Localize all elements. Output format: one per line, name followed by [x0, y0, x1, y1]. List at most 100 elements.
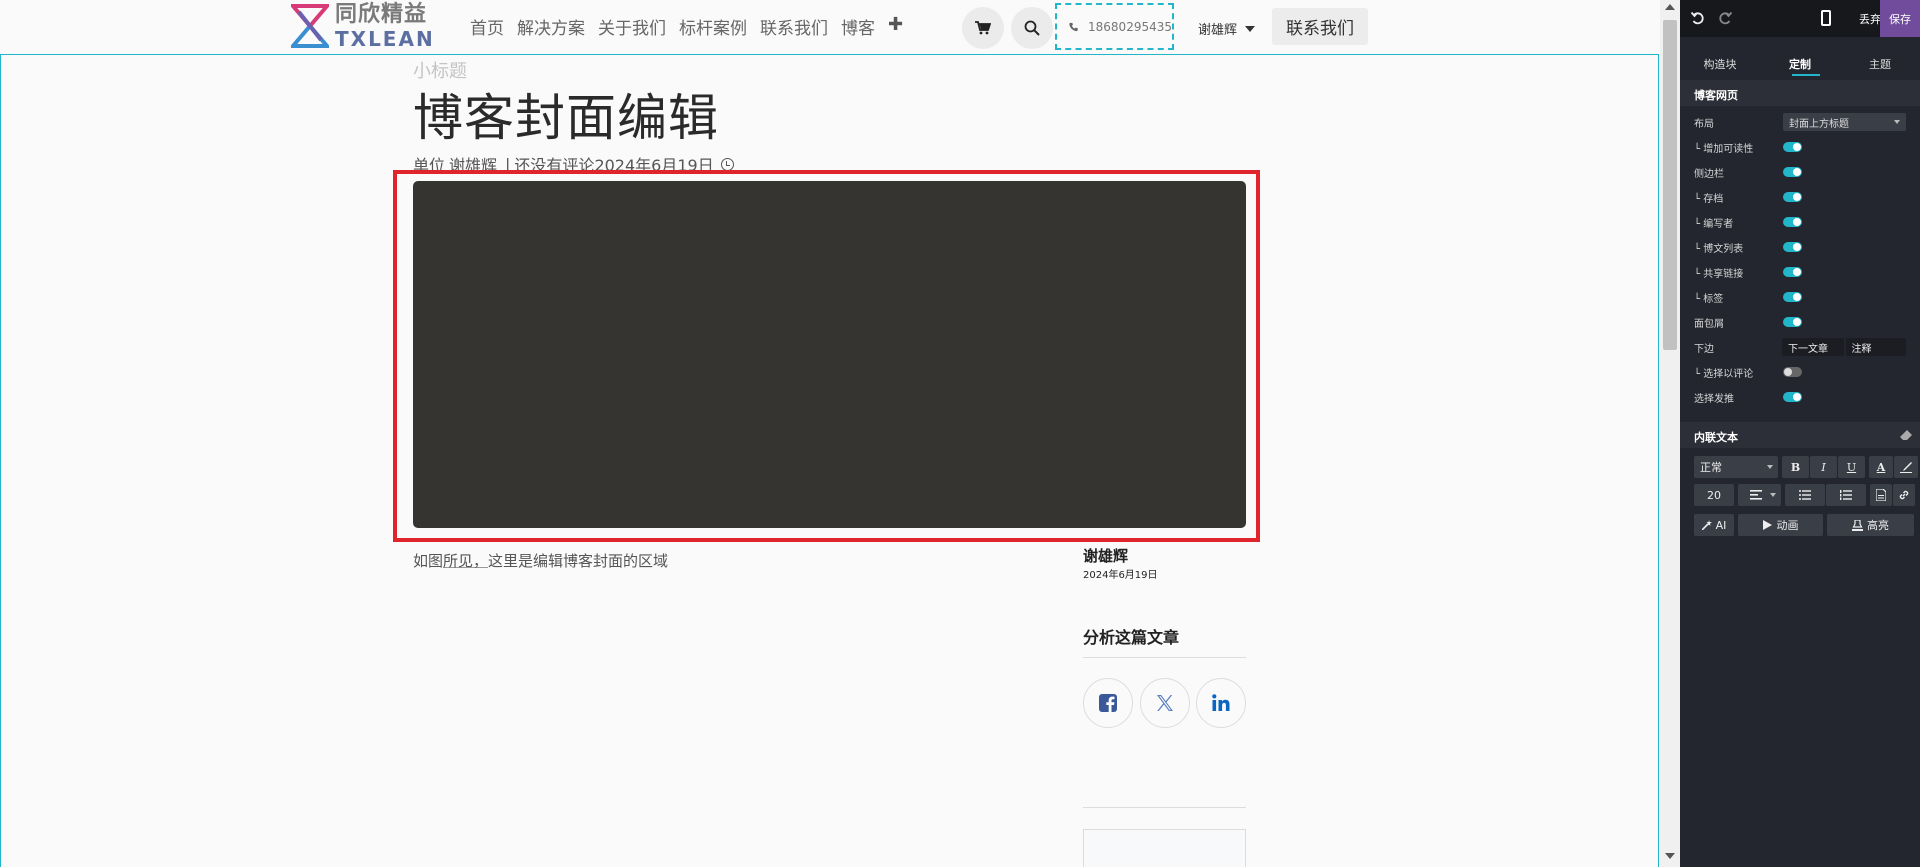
link-icon [1899, 490, 1909, 500]
layout-select-value: 封面上方标题 [1789, 118, 1849, 130]
share-linkedin-button[interactable] [1196, 678, 1246, 728]
menu-item-contact[interactable]: 联系我们 [760, 14, 828, 39]
tags-toggle[interactable] [1783, 292, 1802, 302]
section-inline-text: 内联文本 [1680, 422, 1920, 448]
scroll-down-icon[interactable] [1665, 853, 1675, 859]
author-toggle[interactable] [1783, 217, 1802, 227]
caption-underlined: 所见， [443, 552, 489, 570]
share-title: 分析这篇文章 [1083, 628, 1180, 647]
font-size-input[interactable]: 20 [1694, 484, 1734, 506]
magic-wand-icon [1701, 520, 1712, 530]
highlight-color-button[interactable] [1894, 456, 1918, 478]
readability-toggle[interactable] [1783, 142, 1802, 152]
option-label: └ 增加可读性 [1694, 143, 1754, 155]
ai-label: AI [1715, 518, 1727, 532]
search-button[interactable] [1011, 7, 1053, 49]
share-x-button[interactable] [1140, 678, 1190, 728]
option-label: 侧边栏 [1694, 168, 1724, 180]
option-label: └ 共享链接 [1694, 268, 1744, 280]
user-name: 谢雄辉 [1198, 23, 1238, 38]
bullet-list-button[interactable] [1785, 484, 1825, 506]
bottom-comments-button[interactable]: 注释 [1845, 338, 1906, 356]
numbered-list-icon [1840, 490, 1852, 500]
menu-item-cases[interactable]: 标杆案例 [679, 14, 747, 39]
option-select-comment: └ 选择以评论 [1694, 362, 1906, 382]
menu-item-solutions[interactable]: 解决方案 [517, 14, 585, 39]
text-toolbar-row-1: 正常 B I U A [1694, 456, 1918, 478]
option-post-list: └ 博文列表 [1694, 237, 1906, 257]
phone-link[interactable]: 18680295435 [1055, 3, 1174, 50]
breadcrumb-toggle[interactable] [1783, 317, 1802, 327]
post-title[interactable]: 博客封面编辑 [413, 78, 719, 150]
scroll-up-icon[interactable] [1665, 4, 1675, 10]
chevron-down-icon [1245, 25, 1256, 32]
menu-item-about[interactable]: 关于我们 [598, 14, 666, 39]
bottom-next-post-button[interactable]: 下一文章 [1782, 338, 1844, 356]
underline-button[interactable]: U [1838, 456, 1865, 478]
menu-item-blog[interactable]: 博客 [841, 14, 875, 39]
caption-post: 这里是编辑博客封面的区域 [488, 552, 669, 570]
sidebar-toggle[interactable] [1783, 167, 1802, 177]
menu-item-home[interactable]: 首页 [470, 14, 504, 39]
active-tab-indicator [1792, 74, 1820, 76]
insert-file-button[interactable] [1870, 484, 1892, 506]
cart-icon [975, 21, 991, 35]
tab-blocks[interactable]: 构造块 [1680, 52, 1760, 78]
logo-chinese: 同欣精益 [335, 1, 428, 27]
option-select-tweet: 选择发推 [1694, 387, 1906, 407]
align-select[interactable] [1738, 484, 1781, 506]
highlighter-icon [1852, 519, 1863, 531]
bold-button[interactable]: B [1782, 456, 1809, 478]
add-menu-item-icon[interactable]: ✚ [888, 14, 903, 39]
site-logo[interactable]: 同欣精益 TXLEAN [291, 1, 435, 49]
layout-select[interactable]: 封面上方标题 [1783, 113, 1906, 131]
cart-button[interactable] [962, 7, 1004, 49]
select-comment-toggle[interactable] [1783, 367, 1802, 377]
option-author: └ 编写者 [1694, 212, 1906, 232]
editor-topbar: 丢弃 保存 [1680, 0, 1920, 37]
blog-cover-image[interactable] [413, 181, 1246, 528]
option-label: 下边 [1694, 343, 1714, 355]
animate-button[interactable]: 动画 [1738, 514, 1823, 536]
option-share-links: └ 共享链接 [1694, 262, 1906, 282]
font-color-button[interactable]: A [1869, 456, 1893, 478]
post-list-toggle[interactable] [1783, 242, 1802, 252]
undo-icon[interactable] [1690, 10, 1706, 26]
ai-button[interactable]: AI [1694, 514, 1734, 536]
option-readability: └ 增加可读性 [1694, 137, 1906, 157]
redo-icon[interactable] [1717, 10, 1733, 26]
mobile-preview-icon[interactable] [1821, 10, 1831, 26]
archive-toggle[interactable] [1783, 192, 1802, 202]
post-body-text[interactable]: 如图所见，这里是编辑博客封面的区域 [413, 550, 668, 571]
option-label: └ 选择以评论 [1694, 368, 1754, 380]
caption-pre: 如图 [413, 552, 444, 570]
page-scrollbar[interactable] [1660, 0, 1680, 867]
highlight-label: 高亮 [1867, 519, 1889, 532]
italic-button[interactable]: I [1810, 456, 1837, 478]
contact-us-button[interactable]: 联系我们 [1272, 8, 1368, 45]
save-button[interactable]: 保存 [1880, 0, 1920, 37]
brush-icon [1900, 462, 1912, 473]
option-breadcrumb: 面包屑 [1694, 312, 1906, 332]
option-label: └ 博文列表 [1694, 243, 1744, 255]
insert-link-button[interactable] [1893, 484, 1915, 506]
share-facebook-button[interactable] [1083, 678, 1133, 728]
option-sidebar: 侧边栏 [1694, 162, 1906, 182]
scroll-thumb[interactable] [1663, 20, 1677, 350]
select-tweet-toggle[interactable] [1783, 392, 1802, 402]
numbered-list-button[interactable] [1826, 484, 1866, 506]
chevron-down-icon [1770, 493, 1776, 497]
share-links-toggle[interactable] [1783, 267, 1802, 277]
logo-icon [291, 4, 329, 48]
highlight-button[interactable]: 高亮 [1827, 514, 1914, 536]
text-style-select[interactable]: 正常 [1694, 456, 1778, 478]
user-dropdown[interactable]: 谢雄辉 [1198, 19, 1256, 38]
option-layout: 布局 封面上方标题 [1694, 112, 1906, 132]
site-navbar: 同欣精益 TXLEAN 首页 解决方案 关于我们 标杆案例 联系我们 博客 ✚ [0, 0, 1660, 54]
sidebar-author-name: 谢雄辉 [1083, 547, 1129, 565]
section-inline-text-label: 内联文本 [1694, 431, 1738, 444]
text-toolbar-row-3: AI 动画 高亮 [1694, 514, 1914, 536]
tab-theme[interactable]: 主题 [1840, 52, 1920, 78]
eraser-icon[interactable] [1900, 430, 1912, 440]
option-label: └ 存档 [1694, 193, 1724, 205]
